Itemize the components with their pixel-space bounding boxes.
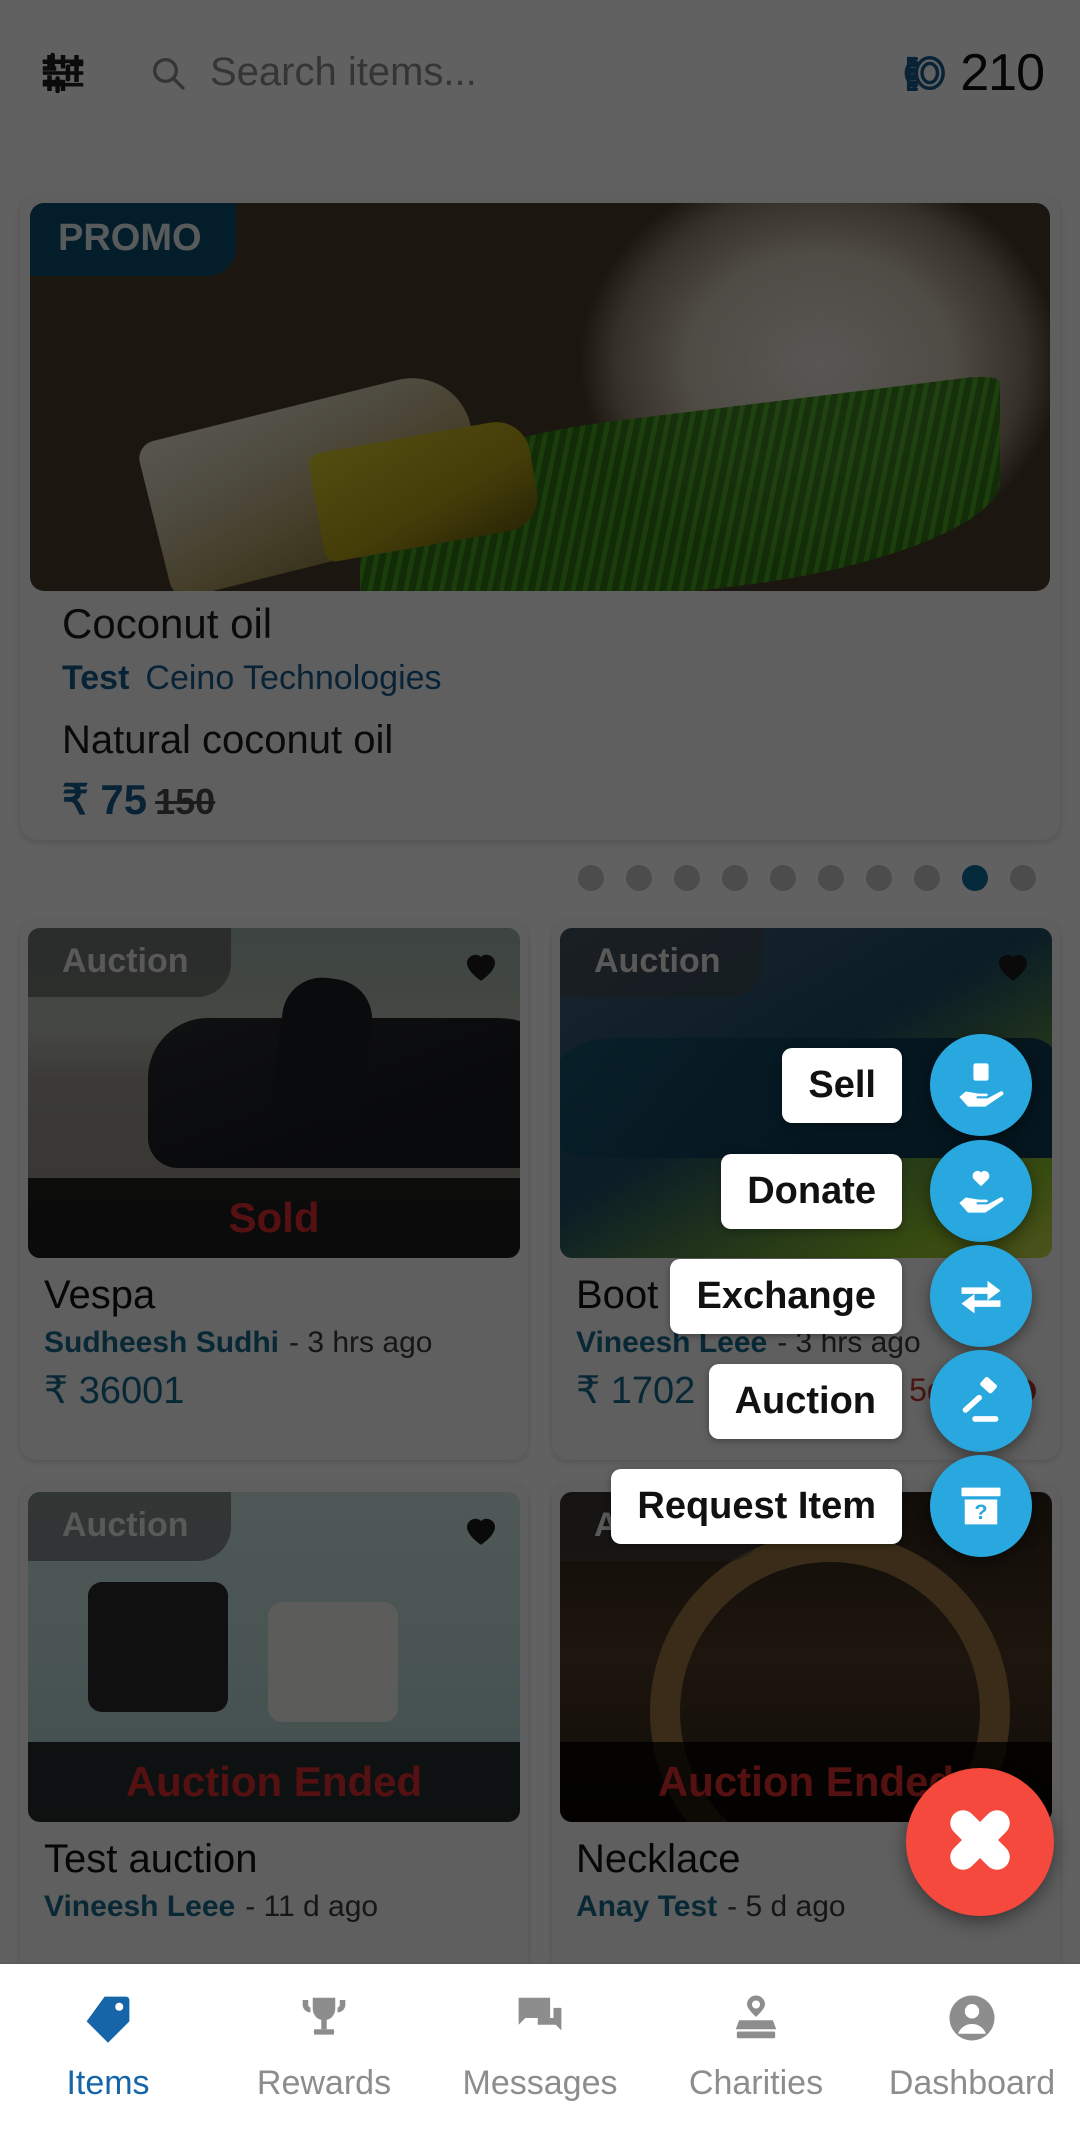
item-body: Test auction Vineesh Leee - 11 d ago: [28, 1822, 520, 1932]
exchange-arrows-icon[interactable]: [930, 1245, 1032, 1347]
hand-holding-heart-icon[interactable]: [930, 1140, 1032, 1242]
coins-balance[interactable]: 210: [898, 43, 1045, 103]
nav-label: Items: [66, 2064, 150, 2102]
svg-text:?: ?: [974, 1499, 987, 1524]
nav-item-messages[interactable]: Messages: [432, 1991, 648, 2103]
item-status-overlay: Sold: [28, 1178, 520, 1258]
search-icon: [148, 53, 188, 93]
item-image: Auction Sold: [28, 928, 520, 1258]
promo-org: Ceino Technologies: [145, 659, 442, 698]
coins-icon: [898, 50, 950, 96]
filter-tune-icon[interactable]: [36, 46, 90, 100]
item-footer: ₹ 36001: [44, 1368, 504, 1413]
item-status-text: Sold: [228, 1194, 320, 1241]
app-root: 210 PROMO Coconut oil Test Ceino Technolo…: [0, 0, 1080, 2130]
carousel-dot[interactable]: [626, 865, 652, 891]
item-time: - 11 d ago: [245, 1890, 379, 1923]
item-seller[interactable]: Vineesh Leee: [44, 1890, 235, 1923]
carousel-dot[interactable]: [674, 865, 700, 891]
box-question-icon[interactable]: ?: [930, 1455, 1032, 1557]
coins-count: 210: [960, 43, 1045, 102]
search-bar[interactable]: [148, 50, 899, 95]
search-input[interactable]: [210, 50, 899, 95]
item-meta: Sudheesh Sudhi - 3 hrs ago: [44, 1326, 504, 1360]
promo-card[interactable]: PROMO Coconut oil Test Ceino Technologies…: [20, 195, 1060, 840]
carousel-dots[interactable]: [0, 865, 1080, 891]
item-time: - 3 hrs ago: [289, 1326, 433, 1359]
speed-dial-action-auction[interactable]: Auction: [708, 1350, 1032, 1452]
promo-title: Coconut oil: [62, 600, 273, 647]
item-type-badge: Auction: [28, 928, 231, 997]
item-type-badge: Auction: [560, 928, 763, 997]
top-app-bar: 210: [0, 0, 1080, 145]
speed-dial-label-request-item[interactable]: Request Item: [611, 1468, 902, 1544]
carousel-dot[interactable]: [770, 865, 796, 891]
promo-currency: ₹: [62, 776, 89, 824]
carousel-dot[interactable]: [818, 865, 844, 891]
nav-label: Rewards: [256, 2064, 392, 2102]
nav-item-items[interactable]: Items: [0, 1991, 216, 2103]
item-status-text: Auction Ended: [125, 1758, 423, 1805]
speed-dial-action-sell[interactable]: Sell: [782, 1034, 1032, 1136]
carousel-dot[interactable]: [962, 865, 988, 891]
item-price: ₹ 36001: [44, 1370, 185, 1412]
speed-dial-action-request-item[interactable]: Request Item ?: [611, 1455, 1032, 1557]
close-speed-dial-button[interactable]: [906, 1768, 1054, 1916]
chat-icon: [513, 1991, 567, 2050]
promo-badge: PROMO: [30, 203, 236, 276]
item-title: Vespa: [44, 1273, 156, 1317]
item-status-overlay: Auction Ended: [28, 1742, 520, 1822]
close-icon: [946, 1806, 1014, 1879]
speed-dial-label-sell[interactable]: Sell: [782, 1047, 902, 1123]
item-meta: Vineesh Leee - 11 d ago: [44, 1890, 504, 1924]
speed-dial-action-exchange[interactable]: Exchange: [670, 1245, 1032, 1347]
item-body: Vespa Sudheesh Sudhi - 3 hrs ago ₹ 36001: [28, 1258, 520, 1413]
carousel-dot[interactable]: [578, 865, 604, 891]
item-card[interactable]: AuctionAuction EndedNecklaceAnay Test- 5…: [552, 1484, 1060, 2024]
nav-label: Messages: [462, 2064, 618, 2102]
item-time: - 5 d ago: [727, 1890, 846, 1923]
item-seller[interactable]: Sudheesh Sudhi: [44, 1326, 279, 1359]
charity-box-icon: [729, 1991, 783, 2050]
carousel-dot[interactable]: [866, 865, 892, 891]
item-title: Test auction: [44, 1837, 258, 1881]
gavel-icon[interactable]: [930, 1350, 1032, 1452]
item-type-badge: Auction: [28, 1492, 231, 1561]
promo-description: Natural coconut oil: [62, 718, 394, 763]
nav-item-charities[interactable]: Charities: [648, 1991, 864, 2103]
tag-icon: [81, 1991, 135, 2050]
speed-dial-action-donate[interactable]: Donate: [721, 1140, 1032, 1242]
carousel-dot[interactable]: [914, 865, 940, 891]
promo-tag: Test: [62, 659, 130, 698]
account-circle-icon: [945, 1991, 999, 2050]
promo-subtitle: Test Ceino Technologies: [62, 659, 1018, 698]
favorite-heart-icon[interactable]: [460, 944, 502, 986]
hand-holding-document-icon[interactable]: [930, 1034, 1032, 1136]
item-seller[interactable]: Anay Test: [576, 1890, 717, 1923]
promo-image: PROMO: [30, 203, 1050, 591]
speed-dial-label-auction[interactable]: Auction: [708, 1363, 902, 1439]
item-status-text: Auction Ended: [657, 1758, 955, 1805]
item-price: ₹ 1702: [576, 1370, 696, 1412]
nav-label: Charities: [688, 2064, 824, 2102]
nav-item-rewards[interactable]: Rewards: [216, 1991, 432, 2103]
speed-dial-label-donate[interactable]: Donate: [721, 1153, 902, 1229]
speed-dial-label-exchange[interactable]: Exchange: [670, 1258, 902, 1334]
item-card[interactable]: Auction Auction Ended Test auction Vineesh …: [20, 1484, 528, 2024]
promo-price: ₹ 75 150: [62, 775, 1018, 824]
promo-old-price: 150: [155, 781, 216, 823]
favorite-heart-icon[interactable]: [460, 1508, 502, 1550]
carousel-dot[interactable]: [722, 865, 748, 891]
promo-price-value: 75: [100, 776, 148, 824]
favorite-heart-icon[interactable]: [992, 944, 1034, 986]
carousel-dot[interactable]: [1010, 865, 1036, 891]
promo-body: Coconut oil Test Ceino Technologies Natur…: [20, 599, 1060, 824]
nav-label: Dashboard: [888, 2064, 1056, 2102]
nav-item-dashboard[interactable]: Dashboard: [864, 1991, 1080, 2103]
item-card[interactable]: Auction Sold Vespa Sudheesh Sudhi - 3 hrs ag…: [20, 920, 528, 1460]
trophy-icon: [297, 1991, 351, 2050]
bottom-navigation: Items Rewards Messages Charities Dashboard: [0, 1964, 1080, 2130]
item-image: Auction Auction Ended: [28, 1492, 520, 1822]
